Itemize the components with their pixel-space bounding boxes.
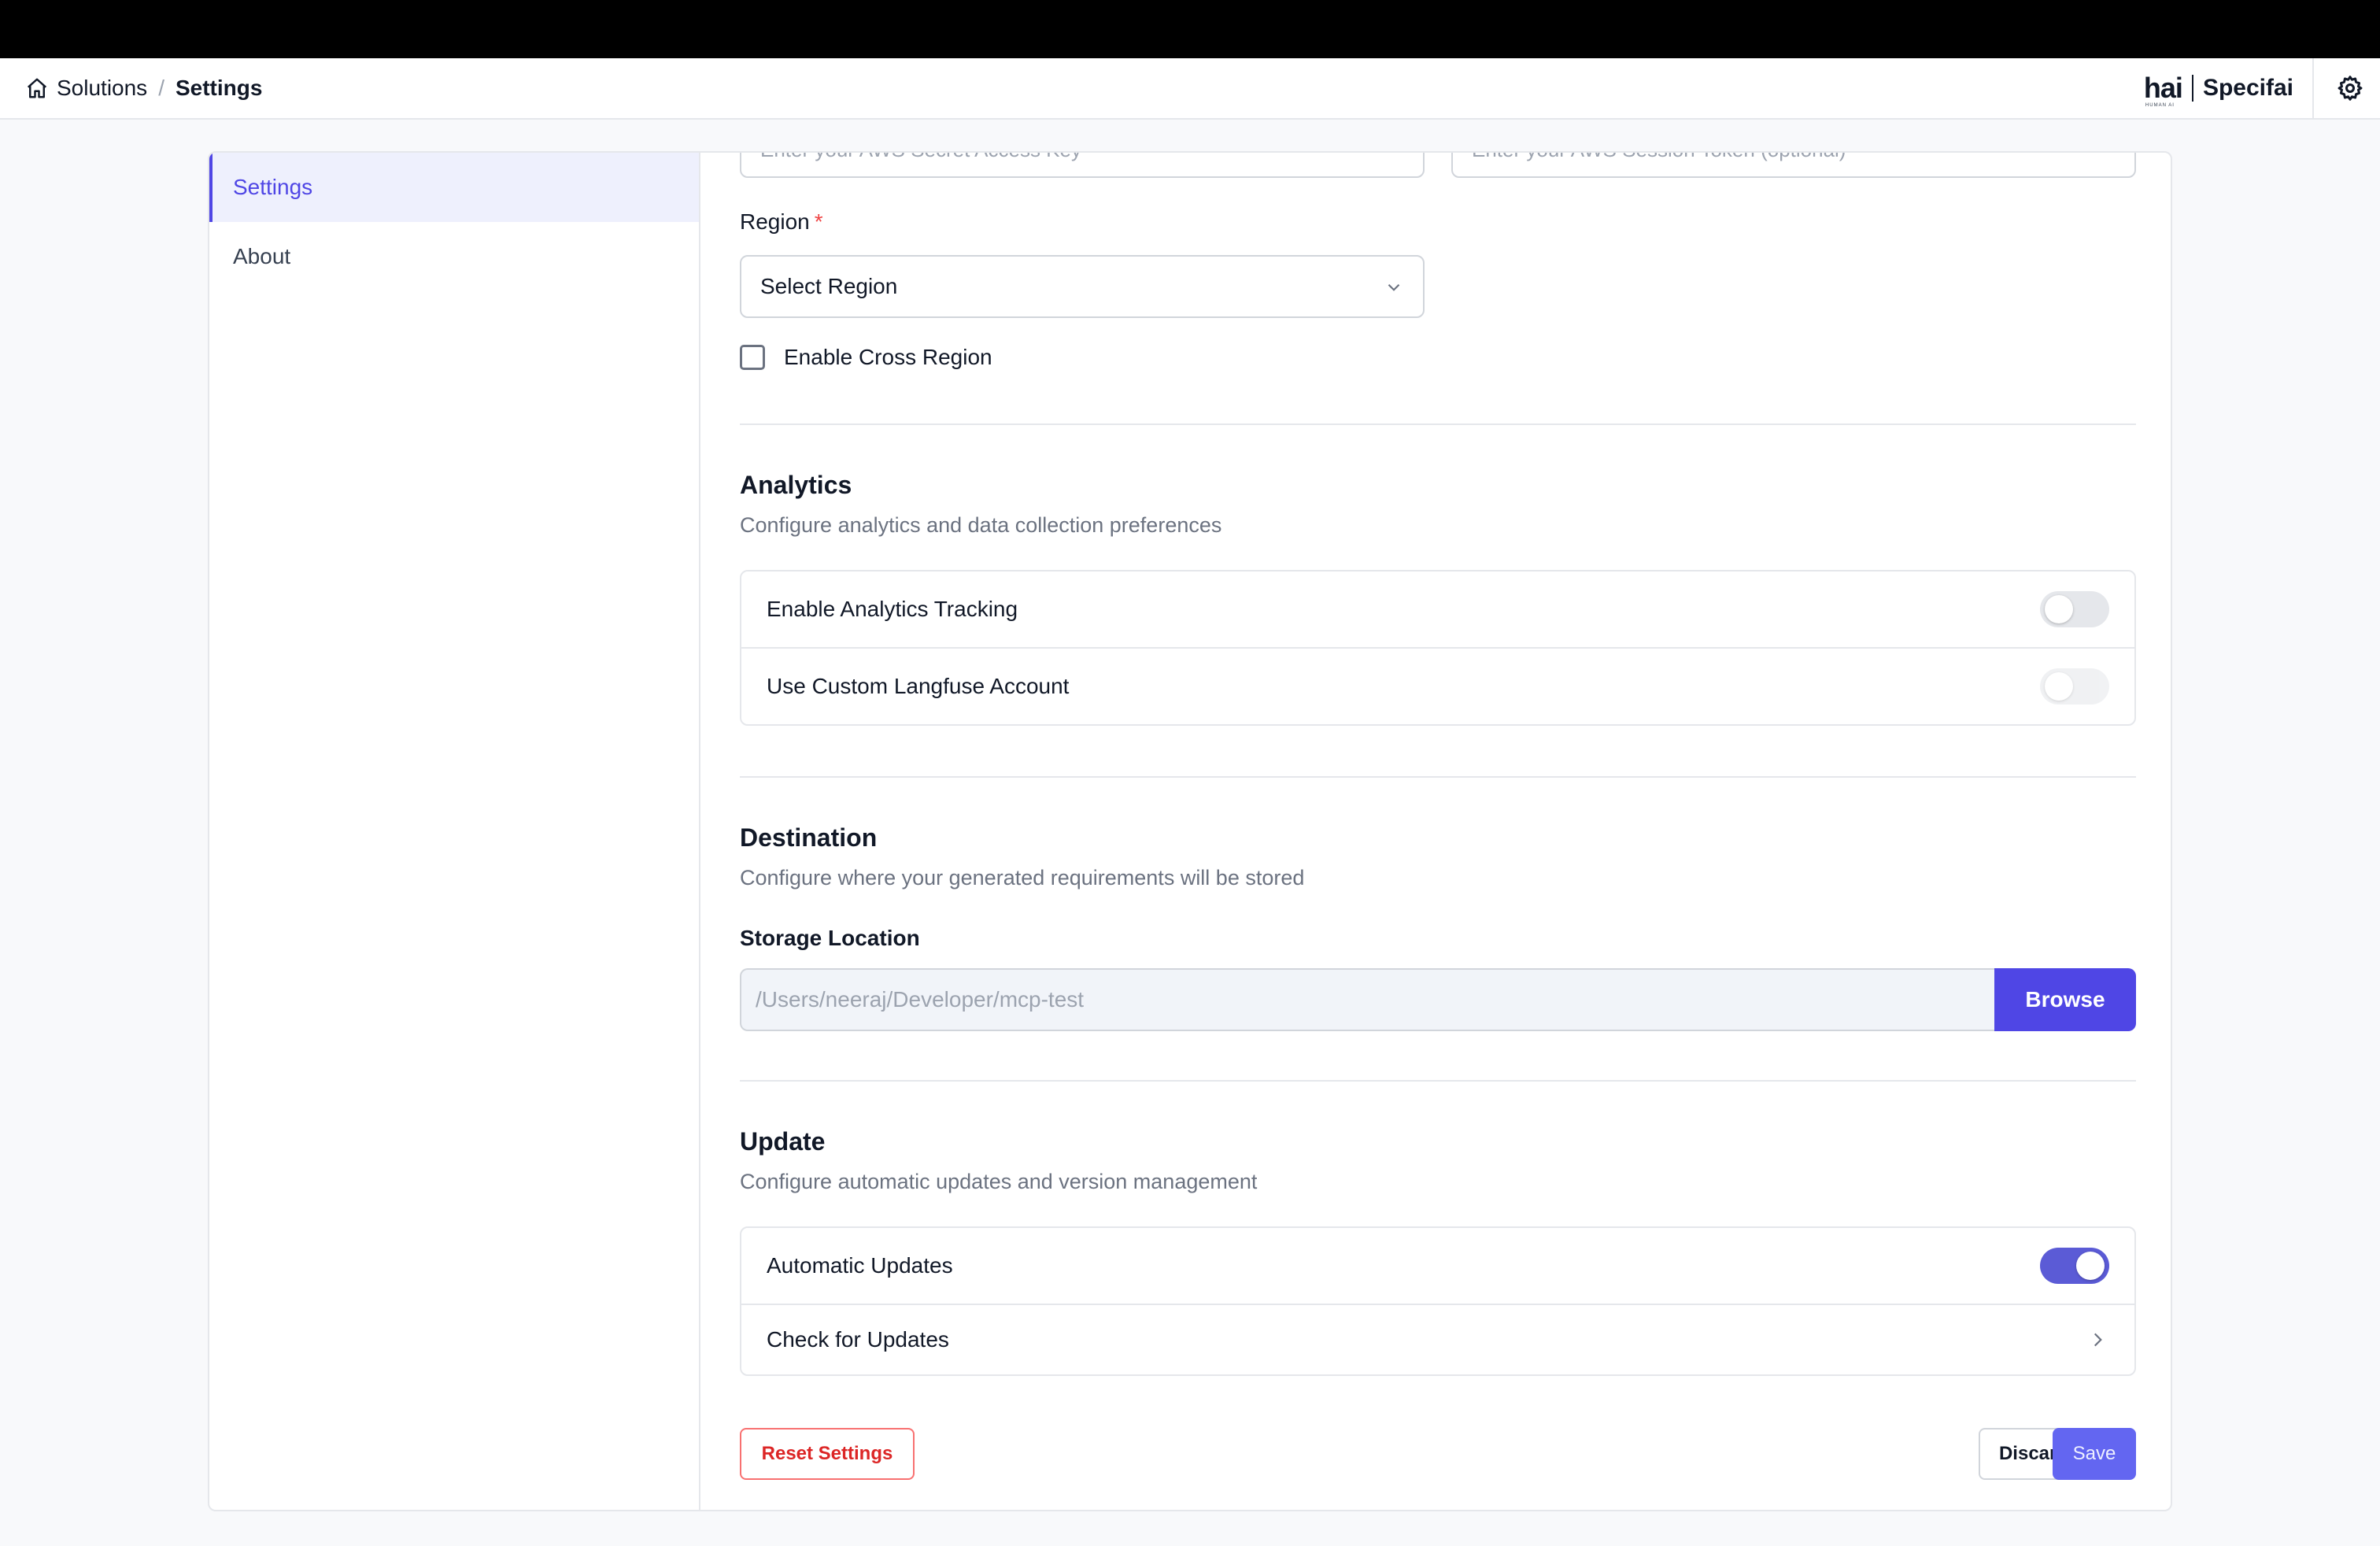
brand-logo: hai HUMAN AI Specifai: [2144, 58, 2293, 118]
region-label: Region *: [740, 209, 823, 234]
analytics-tracking-toggle[interactable]: [2040, 591, 2109, 627]
app-header: Solutions / Settings hai HUMAN AI Specifa…: [0, 58, 2380, 120]
aws-credentials-row: Enter your AWS Secret Access Key Enter y…: [740, 153, 2136, 178]
save-button[interactable]: Save: [2053, 1428, 2136, 1480]
divider: [740, 1080, 2136, 1082]
divider: [740, 423, 2136, 425]
settings-main: Enter your AWS Secret Access Key Enter y…: [740, 153, 2136, 1510]
update-options: Automatic Updates Check for Updates: [740, 1226, 2136, 1376]
check-updates-label: Check for Updates: [767, 1327, 949, 1352]
cross-region-label: Enable Cross Region: [784, 345, 992, 369]
aws-session-token-input[interactable]: Enter your AWS Session Token (optional): [1451, 153, 2136, 178]
sidebar-item-about[interactable]: About: [209, 222, 699, 291]
region-select-value: Select Region: [760, 274, 898, 298]
aws-secret-key-input[interactable]: Enter your AWS Secret Access Key: [740, 153, 1425, 178]
storage-path-input[interactable]: /Users/neeraj/Developer/mcp-test: [740, 968, 1994, 1031]
cross-region-checkbox[interactable]: [740, 345, 765, 370]
destination-title: Destination: [740, 823, 878, 852]
destination-description: Configure where your generated requireme…: [740, 866, 1305, 890]
header-divider: [2312, 58, 2314, 118]
analytics-title: Analytics: [740, 471, 852, 499]
divider: [740, 776, 2136, 778]
cross-region-row: Enable Cross Region: [740, 345, 992, 370]
brand-name: Specifai: [2202, 75, 2293, 101]
automatic-updates-label: Automatic Updates: [767, 1253, 953, 1278]
automatic-updates-toggle[interactable]: [2040, 1248, 2109, 1284]
breadcrumb-separator: /: [158, 76, 164, 100]
breadcrumb-solutions[interactable]: Solutions: [57, 76, 147, 101]
analytics-description: Configure analytics and data collection …: [740, 513, 1222, 537]
update-title: Update: [740, 1127, 826, 1156]
update-description: Configure automatic updates and version …: [740, 1170, 1258, 1193]
analytics-tracking-label: Enable Analytics Tracking: [767, 597, 1018, 621]
analytics-options: Enable Analytics Tracking Use Custom Lan…: [740, 570, 2136, 726]
analytics-tracking-row: Enable Analytics Tracking: [741, 571, 2134, 647]
langfuse-toggle[interactable]: [2040, 668, 2109, 705]
reset-settings-button[interactable]: Reset Settings: [740, 1428, 915, 1480]
settings-card: Settings About Enter your AWS Secret Acc…: [208, 151, 2172, 1511]
home-icon[interactable]: [25, 76, 49, 100]
breadcrumb-current: Settings: [175, 76, 263, 100]
check-updates-row[interactable]: Check for Updates: [741, 1304, 2134, 1374]
automatic-updates-row: Automatic Updates: [741, 1228, 2134, 1304]
hai-logo: hai HUMAN AI: [2143, 72, 2183, 108]
region-select[interactable]: Select Region: [740, 255, 1425, 318]
langfuse-label: Use Custom Langfuse Account: [767, 674, 1070, 698]
brand-divider: [2191, 75, 2193, 102]
gear-icon[interactable]: [2336, 74, 2364, 102]
breadcrumb: Solutions / Settings: [25, 58, 262, 118]
window-top-bar: [0, 0, 2380, 58]
settings-sidebar: Settings About: [209, 153, 700, 1510]
chevron-down-icon: [1388, 283, 1400, 291]
browse-button[interactable]: Browse: [1994, 968, 2136, 1031]
storage-location-label: Storage Location: [740, 926, 920, 950]
langfuse-row: Use Custom Langfuse Account: [741, 647, 2134, 724]
chevron-right-icon: [2094, 1333, 2102, 1347]
sidebar-item-settings[interactable]: Settings: [209, 153, 699, 222]
